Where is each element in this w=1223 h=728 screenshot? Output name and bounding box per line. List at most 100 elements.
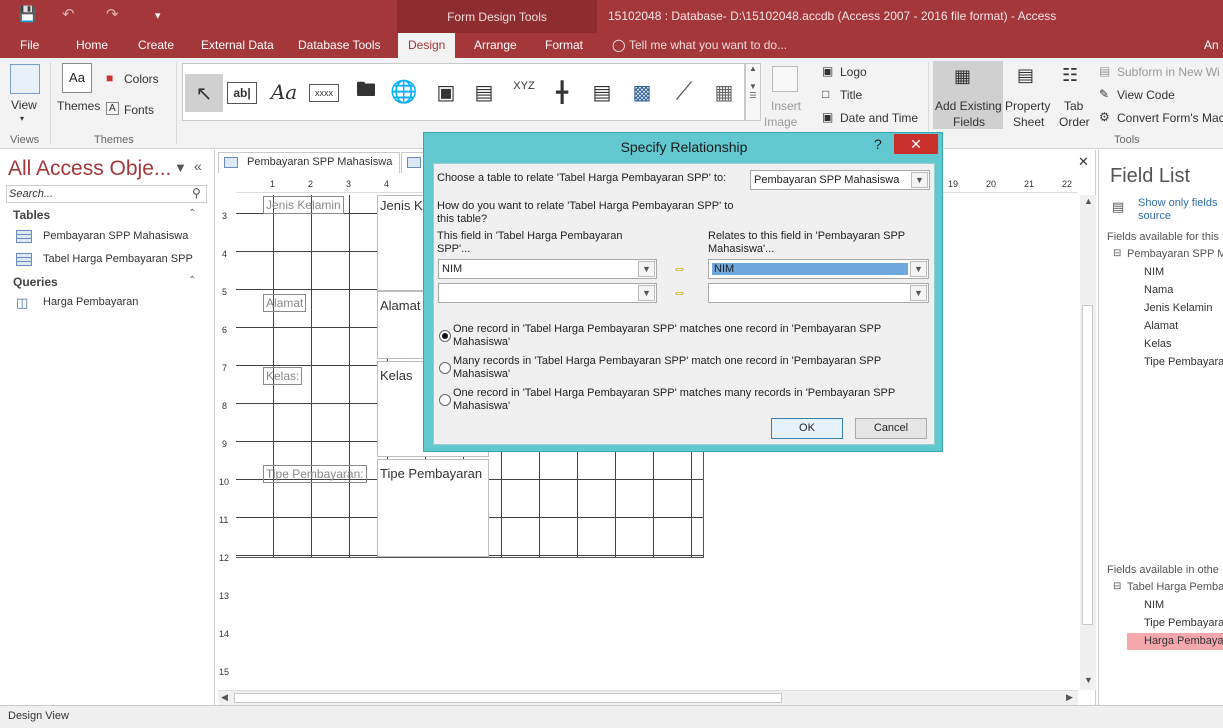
chart-icon[interactable]: ▩ — [625, 78, 659, 106]
tab-order-button[interactable]: Tab — [1064, 99, 1083, 113]
title-button[interactable]: Title — [840, 88, 862, 102]
collapse-pane-icon[interactable]: « — [194, 158, 202, 174]
chevron-down-icon[interactable]: ▼ — [910, 261, 927, 277]
view-button[interactable]: View — [11, 98, 37, 112]
field-item[interactable]: Nama — [1144, 284, 1173, 296]
field-item[interactable]: Jenis Kelamin — [1144, 302, 1212, 314]
radio-one-to-many[interactable] — [439, 394, 451, 406]
doc-tab-second[interactable] — [401, 152, 425, 173]
field-item[interactable]: Tipe Pembayara — [1144, 356, 1223, 368]
form-label[interactable]: Kelas: — [263, 367, 303, 385]
scroll-left-icon[interactable]: ◀ — [221, 692, 228, 703]
option-group-control[interactable]: XYZ — [507, 72, 541, 100]
logo-button[interactable]: Logo — [840, 65, 867, 79]
insert-image-label[interactable]: Insert — [771, 99, 801, 113]
option-label[interactable]: One record in 'Tabel Harga Pembayaran SP… — [453, 323, 881, 336]
colors-button[interactable]: Colors — [124, 72, 159, 86]
field-list-table[interactable]: Tabel Harga Pemba — [1127, 581, 1223, 593]
table-select[interactable]: Pembayaran SPP Mahasiswa ▼ — [750, 170, 930, 190]
scroll-up-icon[interactable]: ▲ — [1084, 196, 1093, 206]
save-icon[interactable]: 💾 — [18, 5, 37, 23]
left-field-select[interactable]: NIM ▼ — [438, 259, 657, 279]
tell-me-box[interactable]: Tell me what you want to do... — [629, 38, 787, 52]
textbox-control[interactable]: ab| — [227, 82, 257, 104]
tab-order-label-2[interactable]: Order — [1059, 115, 1090, 129]
form-textbox[interactable]: Tipe Pembayaran — [377, 459, 489, 557]
field-item[interactable]: Kelas — [1144, 338, 1172, 350]
nav-section-queries[interactable]: Queries — [13, 275, 58, 289]
button-control[interactable]: xxxx — [309, 84, 339, 102]
horizontal-scrollbar[interactable]: ◀ ▶ — [218, 690, 1078, 705]
tab-create[interactable]: Create — [138, 38, 174, 52]
themes-icon[interactable]: Aa — [62, 63, 92, 93]
undo-icon[interactable]: ↶ — [62, 5, 75, 23]
field-item[interactable]: Alamat — [1144, 320, 1178, 332]
ok-button[interactable]: OK — [771, 418, 843, 439]
tab-external-data[interactable]: External Data — [201, 38, 274, 52]
collapse-section-icon[interactable]: ⌃ — [188, 275, 196, 286]
right-field-select-2[interactable]: ▼ — [708, 283, 929, 303]
property-sheet-button[interactable]: Property — [1005, 99, 1050, 113]
subform-button[interactable]: Subform in New Wi — [1117, 65, 1220, 79]
form-label[interactable]: Tipe Pembayaran: — [263, 465, 367, 483]
search-icon[interactable]: ⚲ — [192, 186, 201, 200]
field-item-selected[interactable]: Harga Pembaya — [1144, 635, 1223, 647]
nav-item-query[interactable]: Harga Pembayaran — [43, 296, 138, 308]
scroll-thumb[interactable] — [1082, 305, 1093, 625]
label-control[interactable]: Aa — [267, 78, 301, 106]
gallery-scroll[interactable]: ▲ ▼ ☰ — [745, 63, 761, 121]
chevron-down-icon[interactable]: ▾ — [20, 114, 24, 123]
radio-many-to-one[interactable] — [439, 362, 451, 374]
tab-database-tools[interactable]: Database Tools — [298, 38, 381, 52]
hyperlink-icon[interactable]: 🌐 — [387, 78, 421, 106]
field-item[interactable]: NIM — [1144, 599, 1164, 611]
customize-qat-icon[interactable]: ▾ — [155, 9, 161, 22]
user-initials[interactable]: An — [1204, 38, 1219, 52]
navigation-control-icon[interactable]: ▤ — [467, 78, 501, 106]
collapse-icon[interactable]: ⊟ — [1113, 581, 1121, 592]
scroll-down-icon[interactable]: ▼ — [1084, 675, 1093, 685]
nav-menu-icon[interactable]: ▼ — [174, 160, 187, 175]
help-icon[interactable]: ? — [874, 136, 882, 152]
form-label[interactable]: Alamat — [263, 294, 307, 312]
option-label[interactable]: Many records in 'Tabel Harga Pembayaran … — [453, 355, 881, 368]
insert-image-icon[interactable] — [772, 66, 798, 92]
nav-search-input[interactable]: Search... ⚲ — [6, 185, 207, 203]
chevron-down-icon[interactable]: ▼ — [910, 285, 927, 301]
doc-tab-form[interactable]: Pembayaran SPP Mahasiswa — [218, 152, 400, 173]
collapse-icon[interactable]: ⊟ — [1113, 248, 1121, 259]
option-label-2[interactable]: Mahasiswa' — [453, 336, 510, 349]
themes-button[interactable]: Themes — [57, 99, 100, 113]
show-only-link[interactable]: Show only fields — [1138, 197, 1218, 209]
view-icon[interactable] — [10, 64, 40, 94]
scroll-right-icon[interactable]: ▶ — [1066, 692, 1073, 703]
option-label-2[interactable]: Mahasiswa' — [453, 368, 510, 381]
nav-item-table[interactable]: Pembayaran SPP Mahasiswa — [43, 230, 188, 242]
collapse-section-icon[interactable]: ⌃ — [188, 208, 196, 219]
tab-arrange[interactable]: Arrange — [474, 38, 517, 52]
tab-design[interactable]: Design — [398, 33, 456, 58]
property-sheet-label-2[interactable]: Sheet — [1013, 115, 1044, 129]
chevron-down-icon[interactable]: ▼ — [911, 172, 928, 188]
option-label[interactable]: One record in 'Tabel Harga Pembayaran SP… — [453, 387, 895, 400]
tab-control-icon[interactable]: 🖿 — [349, 78, 383, 106]
select-pointer-icon[interactable]: ↖ — [185, 74, 223, 112]
right-field-select[interactable]: NIM ▼ — [708, 259, 929, 279]
combo-box-icon[interactable]: ▤ — [585, 78, 619, 106]
vertical-scrollbar[interactable]: ▲ ▼ — [1080, 195, 1096, 690]
cancel-button[interactable]: Cancel — [855, 418, 927, 439]
page-break-icon[interactable]: ╋ — [545, 78, 579, 106]
insert-image-label-2[interactable]: Image — [764, 115, 797, 129]
form-label[interactable]: Jenis Kelamin — [263, 196, 344, 214]
field-item[interactable]: Tipe Pembayara — [1144, 617, 1223, 629]
show-only-link-2[interactable]: source — [1138, 210, 1171, 222]
nav-item-table[interactable]: Tabel Harga Pembayaran SPP — [43, 253, 193, 265]
field-list-table[interactable]: Pembayaran SPP M — [1127, 248, 1223, 260]
close-button[interactable]: ✕ — [894, 134, 938, 154]
web-browser-icon[interactable]: ▣ — [429, 78, 463, 106]
toggle-button-icon[interactable]: ▦ — [707, 78, 741, 106]
nav-pane-title[interactable]: All Access Obje... — [8, 157, 171, 181]
view-code-button[interactable]: View Code — [1117, 88, 1175, 102]
left-field-select-2[interactable]: ▼ — [438, 283, 657, 303]
nav-section-tables[interactable]: Tables — [13, 208, 50, 222]
